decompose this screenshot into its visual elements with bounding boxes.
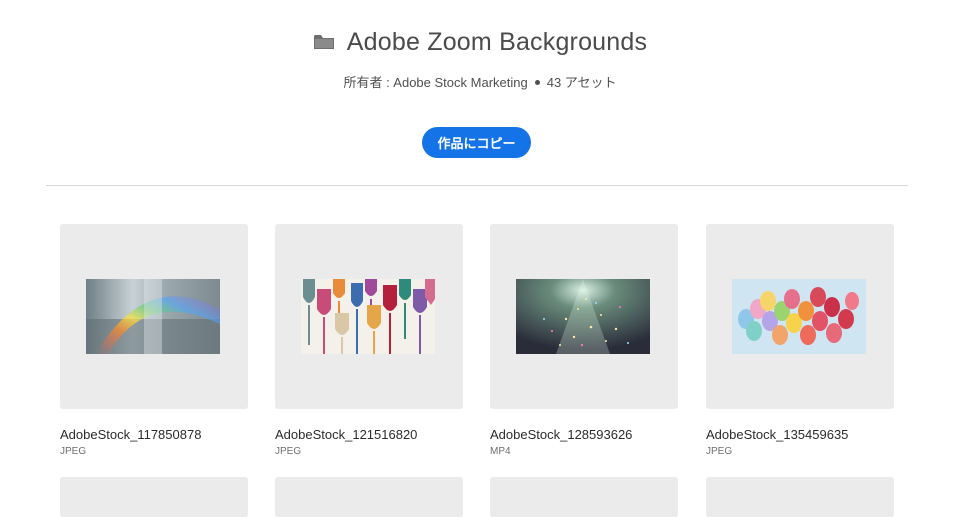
asset-thumbnail-image (301, 279, 435, 354)
page-title: Adobe Zoom Backgrounds (346, 27, 648, 56)
asset-name[interactable]: AdobeStock_121516820 (275, 427, 417, 442)
separator-dot (534, 80, 540, 86)
asset-thumbnail-image (732, 279, 866, 354)
title-row: Adobe Zoom Backgrounds (0, 24, 960, 60)
asset-type: JPEG (706, 446, 733, 457)
asset-thumbnail-frame[interactable] (60, 224, 248, 409)
asset-count: 43 アセット (546, 75, 617, 90)
asset-card[interactable]: AdobeStock_117850878 JPEG (60, 224, 248, 457)
folder-header: Adobe Zoom Backgrounds 所有者 : Adobe Stock… (0, 0, 960, 186)
asset-name[interactable]: AdobeStock_135459635 (706, 427, 848, 442)
asset-type: JPEG (60, 446, 87, 457)
asset-card[interactable]: AdobeStock_121516820 JPEG (275, 224, 463, 457)
asset-type: JPEG (275, 446, 302, 457)
owner-label: 所有者 : Adobe Stock Marketing (343, 75, 528, 90)
folder-meta: 所有者 : Adobe Stock Marketing 43 アセット (0, 72, 960, 91)
asset-card-partial[interactable] (706, 477, 894, 517)
asset-name[interactable]: AdobeStock_128593626 (490, 427, 632, 442)
asset-card-partial[interactable] (275, 477, 463, 517)
asset-card-partial[interactable] (490, 477, 678, 517)
asset-thumbnail-frame[interactable] (275, 224, 463, 409)
asset-card[interactable]: AdobeStock_128593626 MP4 (490, 224, 678, 457)
asset-thumbnail-image (86, 279, 220, 354)
asset-name[interactable]: AdobeStock_117850878 (60, 427, 201, 442)
folder-icon (313, 33, 335, 51)
asset-thumbnail-image (516, 279, 650, 354)
divider (46, 185, 908, 186)
copy-to-library-button[interactable]: 作品にコピー (422, 127, 531, 158)
asset-thumbnail-frame[interactable] (706, 224, 894, 409)
asset-type: MP4 (490, 446, 511, 457)
asset-card[interactable]: AdobeStock_135459635 JPEG (706, 224, 894, 457)
asset-card-partial[interactable] (60, 477, 248, 517)
asset-thumbnail-frame[interactable] (490, 224, 678, 409)
